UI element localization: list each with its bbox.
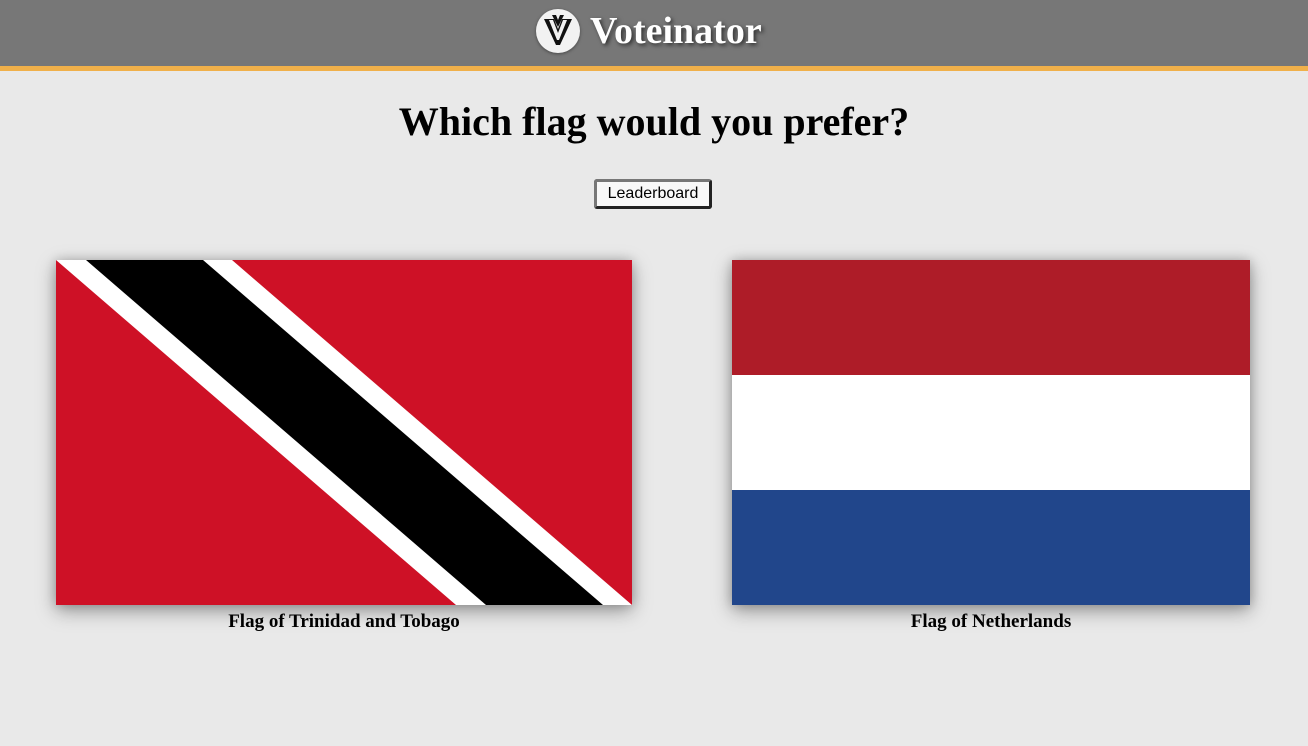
- netherlands-flag-icon[interactable]: [732, 260, 1250, 605]
- page-title: Which flag would you prefer?: [398, 99, 910, 144]
- flag-option-trinidad-and-tobago[interactable]: Flag of Trinidad and Tobago: [56, 260, 632, 633]
- app-header: Voteinator: [0, 0, 1308, 71]
- flag-caption: Flag of Netherlands: [910, 611, 1072, 632]
- flag-caption: Flag of Trinidad and Tobago: [228, 611, 460, 632]
- trinidad-and-tobago-flag-icon[interactable]: [56, 260, 632, 605]
- flag-option-netherlands[interactable]: Flag of Netherlands: [732, 260, 1250, 633]
- voteinator-logo-icon: [536, 9, 580, 53]
- brand[interactable]: Voteinator: [536, 8, 762, 54]
- leaderboard-button[interactable]: Leaderboard: [594, 179, 712, 209]
- app-name: Voteinator: [590, 10, 762, 52]
